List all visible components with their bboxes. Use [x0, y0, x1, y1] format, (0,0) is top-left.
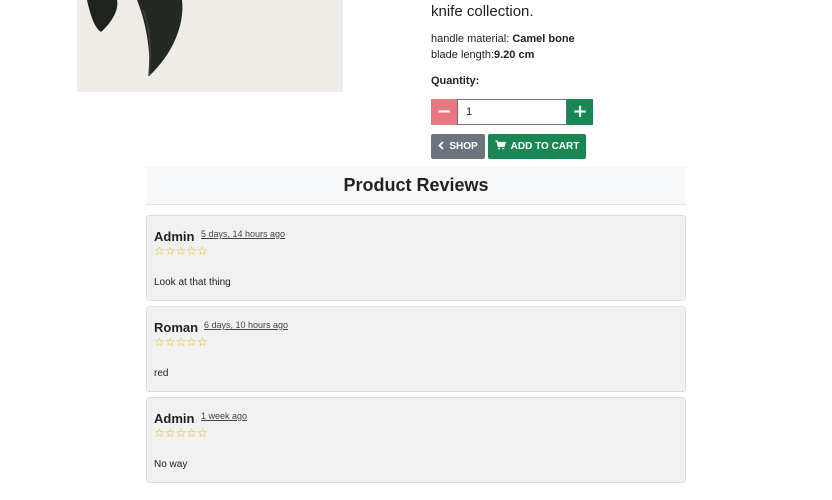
- quantity-stepper: − +: [431, 99, 593, 125]
- review-card: Admin 1 week ago ☆☆☆☆☆ No way: [146, 397, 686, 483]
- decrease-quantity-button[interactable]: −: [431, 99, 457, 125]
- review-author: Admin: [154, 229, 195, 244]
- shop-button[interactable]: SHOP: [431, 134, 485, 159]
- cart-icon: [495, 140, 506, 153]
- spec-label: blade length:: [431, 49, 494, 61]
- increase-quantity-button[interactable]: +: [567, 99, 593, 125]
- spec-label: handle material:: [431, 33, 513, 45]
- shop-button-label: SHOP: [449, 141, 478, 152]
- chevron-left-icon: [438, 140, 444, 153]
- product-image: [77, 0, 343, 92]
- star-rating: ☆☆☆☆☆: [154, 335, 208, 349]
- add-to-cart-button[interactable]: ADD TO CART: [488, 134, 586, 159]
- quantity-input[interactable]: [457, 99, 567, 125]
- review-card: Admin 5 days, 14 hours ago ☆☆☆☆☆ Look at…: [146, 215, 686, 301]
- add-to-cart-label: ADD TO CART: [510, 141, 580, 152]
- review-author: Admin: [154, 411, 195, 426]
- review-timestamp[interactable]: 5 days, 14 hours ago: [201, 229, 285, 239]
- spec-value: 9.20 cm: [494, 49, 535, 61]
- review-author: Roman: [154, 320, 199, 335]
- quantity-label: Quantity:: [431, 75, 480, 87]
- reviews-title: Product Reviews: [343, 175, 489, 195]
- review-card: Roman 6 days, 10 hours ago ☆☆☆☆☆ red: [146, 306, 686, 392]
- reviews-header: Product Reviews: [146, 167, 686, 205]
- review-timestamp[interactable]: 6 days, 10 hours ago: [204, 320, 288, 330]
- star-rating: ☆☆☆☆☆: [154, 426, 208, 440]
- product-description: knife collection.: [431, 3, 534, 20]
- review-timestamp[interactable]: 1 week ago: [201, 411, 247, 421]
- star-rating: ☆☆☆☆☆: [154, 244, 208, 258]
- spec-value: Camel bone: [512, 33, 575, 45]
- spec-handle-material: handle material: Camel bone: [431, 33, 575, 45]
- product-page: knife collection. handle material: Camel…: [0, 0, 832, 500]
- review-text: No way: [154, 459, 188, 470]
- review-text: red: [154, 368, 169, 379]
- review-text: Look at that thing: [154, 277, 231, 288]
- spec-blade-length: blade length:9.20 cm: [431, 49, 534, 61]
